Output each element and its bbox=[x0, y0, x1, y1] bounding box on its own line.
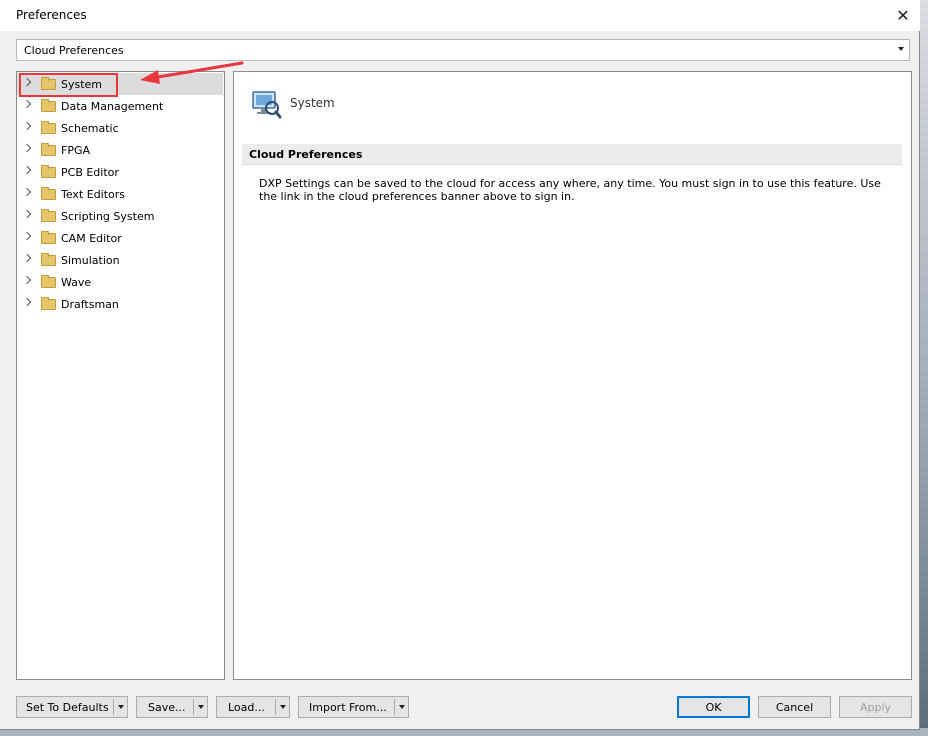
split-divider bbox=[394, 699, 395, 715]
chevron-right-icon[interactable] bbox=[22, 253, 32, 263]
folder-icon bbox=[41, 253, 56, 266]
annotation-arrow-icon bbox=[140, 61, 244, 84]
dropdown-arrow-icon[interactable] bbox=[280, 705, 286, 709]
import-from-label: Import From... bbox=[309, 701, 387, 714]
save-button[interactable]: Save... bbox=[136, 696, 208, 718]
folder-icon bbox=[41, 143, 56, 156]
tree-item-label: Scripting System bbox=[61, 210, 155, 223]
dropdown-arrow-icon bbox=[898, 47, 904, 51]
chevron-right-icon[interactable] bbox=[22, 275, 32, 285]
tree-item-fpga[interactable]: FPGA bbox=[17, 139, 223, 161]
system-settings-icon bbox=[252, 91, 282, 119]
tree-item-label: CAM Editor bbox=[61, 232, 122, 245]
ok-button[interactable]: OK bbox=[677, 696, 750, 718]
folder-icon bbox=[41, 275, 56, 288]
folder-icon bbox=[41, 165, 56, 178]
dropdown-arrow-icon[interactable] bbox=[198, 705, 204, 709]
load-button[interactable]: Load... bbox=[216, 696, 290, 718]
tree-item-draftsman[interactable]: Draftsman bbox=[17, 293, 223, 315]
split-divider bbox=[275, 699, 276, 715]
set-to-defaults-button[interactable]: Set To Defaults bbox=[16, 696, 128, 718]
chevron-right-icon[interactable] bbox=[22, 165, 32, 175]
tree-item-text-editors[interactable]: Text Editors bbox=[17, 183, 223, 205]
apply-button[interactable]: Apply bbox=[839, 696, 912, 718]
tree-item-pcb-editor[interactable]: PCB Editor bbox=[17, 161, 223, 183]
tree-item-label: Draftsman bbox=[61, 298, 119, 311]
tree-item-label: FPGA bbox=[61, 144, 91, 157]
desktop-background-edge bbox=[920, 0, 928, 736]
dropdown-arrow-icon[interactable] bbox=[399, 705, 405, 709]
tree-item-schematic[interactable]: Schematic bbox=[17, 117, 223, 139]
cancel-label: Cancel bbox=[775, 701, 814, 714]
tree-item-simulation[interactable]: Simulation bbox=[17, 249, 223, 271]
chevron-right-icon[interactable] bbox=[22, 297, 32, 307]
set-to-defaults-label: Set To Defaults bbox=[26, 701, 109, 714]
tree-item-data-management[interactable]: Data Management bbox=[17, 95, 223, 117]
tree-item-label: Wave bbox=[61, 276, 92, 289]
chevron-right-icon[interactable] bbox=[22, 143, 32, 153]
save-label: Save... bbox=[148, 701, 186, 714]
chevron-right-icon[interactable] bbox=[22, 209, 32, 219]
folder-icon bbox=[41, 297, 56, 310]
preferences-dialog: Preferences ✕ Cloud Preferences System D… bbox=[0, 0, 920, 730]
dropdown-arrow-icon[interactable] bbox=[118, 705, 124, 709]
tree-item-cam-editor[interactable]: CAM Editor bbox=[17, 227, 223, 249]
split-divider bbox=[113, 699, 114, 715]
tree-item-label: Schematic bbox=[61, 122, 119, 135]
settings-content-panel: System Cloud Preferences DXP Settings ca… bbox=[233, 71, 912, 680]
close-icon[interactable]: ✕ bbox=[886, 0, 920, 31]
chevron-right-icon[interactable] bbox=[22, 187, 32, 197]
tree-item-label: PCB Editor bbox=[61, 166, 119, 179]
apply-label: Apply bbox=[859, 701, 892, 714]
tree-item-wave[interactable]: Wave bbox=[17, 271, 223, 293]
folder-icon bbox=[41, 187, 56, 200]
load-label: Load... bbox=[228, 701, 265, 714]
ok-label: OK bbox=[705, 701, 722, 714]
title-bar: Preferences ✕ bbox=[0, 0, 920, 31]
window-title: Preferences bbox=[16, 8, 87, 22]
split-divider bbox=[193, 699, 194, 715]
folder-icon bbox=[41, 231, 56, 244]
page-title: System bbox=[290, 96, 335, 110]
tree-item-scripting-system[interactable]: Scripting System bbox=[17, 205, 223, 227]
cancel-button[interactable]: Cancel bbox=[758, 696, 831, 718]
cloud-description-text: DXP Settings can be saved to the cloud f… bbox=[259, 177, 881, 203]
section-title: Cloud Preferences bbox=[249, 148, 363, 161]
tree-item-label: Data Management bbox=[61, 100, 164, 113]
tree-item-label: Simulation bbox=[61, 254, 120, 267]
folder-icon bbox=[41, 209, 56, 222]
annotation-highlight-box bbox=[19, 73, 118, 97]
folder-icon bbox=[41, 99, 56, 112]
category-dropdown-value: Cloud Preferences bbox=[24, 44, 124, 57]
preferences-tree: System Data Management Schematic FPGA PC… bbox=[16, 71, 225, 680]
chevron-right-icon[interactable] bbox=[22, 121, 32, 131]
category-dropdown[interactable]: Cloud Preferences bbox=[16, 39, 910, 61]
folder-icon bbox=[41, 121, 56, 134]
tree-item-label: Text Editors bbox=[61, 188, 126, 201]
chevron-right-icon[interactable] bbox=[22, 231, 32, 241]
import-from-button[interactable]: Import From... bbox=[298, 696, 409, 718]
chevron-right-icon[interactable] bbox=[22, 99, 32, 109]
section-header: Cloud Preferences bbox=[242, 144, 902, 165]
